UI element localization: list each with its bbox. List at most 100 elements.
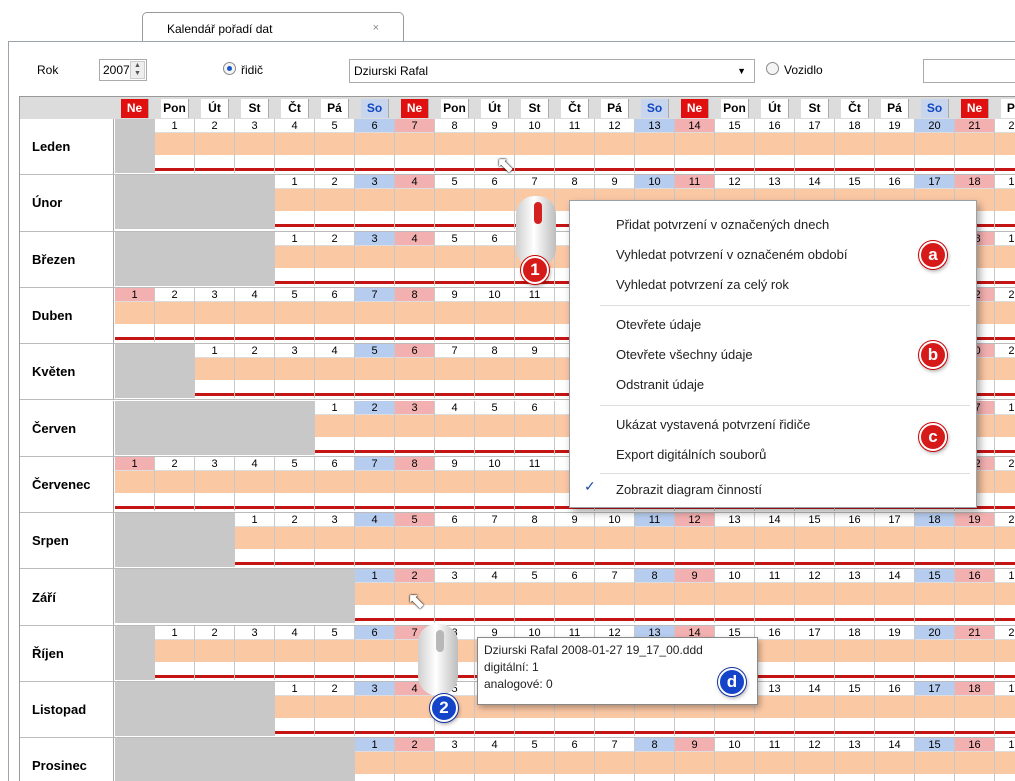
day-cell[interactable]: 11	[555, 119, 595, 173]
day-cell[interactable]: 19	[995, 175, 1015, 229]
driver-radio[interactable]	[223, 62, 236, 75]
day-cell[interactable]: 14	[755, 513, 795, 568]
day-cell[interactable]: 8	[475, 344, 515, 399]
day-cell[interactable]: 2	[395, 738, 435, 781]
day-cell[interactable]: 3	[235, 625, 275, 680]
day-cell[interactable]: 4	[235, 287, 275, 342]
day-cell[interactable]: 3	[355, 231, 395, 286]
day-cell[interactable]: 17	[915, 682, 955, 736]
day-cell[interactable]: 6	[435, 513, 475, 568]
day-cell[interactable]: 22	[995, 625, 1015, 680]
day-cell[interactable]: 16	[875, 682, 915, 736]
day-cell[interactable]: 20	[915, 625, 955, 680]
day-cell[interactable]: 5	[315, 625, 355, 680]
day-cell[interactable]: 10	[715, 738, 755, 781]
day-cell[interactable]: 18	[915, 513, 955, 568]
day-cell[interactable]: 1	[355, 569, 395, 624]
day-cell[interactable]: 10	[595, 513, 635, 568]
day-cell[interactable]: 20	[995, 513, 1015, 567]
day-cell[interactable]: 6	[555, 738, 595, 781]
day-cell[interactable]: 2	[155, 287, 195, 342]
day-cell[interactable]: 1	[275, 682, 315, 736]
day-cell[interactable]: 21	[955, 625, 995, 680]
day-cell[interactable]: 5	[435, 231, 475, 286]
day-cell[interactable]: 20	[915, 119, 955, 173]
day-cell[interactable]: 12	[795, 569, 835, 624]
day-cell[interactable]: 11	[755, 738, 795, 781]
day-cell[interactable]: 9	[675, 569, 715, 624]
day-cell[interactable]: 4	[275, 625, 315, 680]
day-cell[interactable]: 15	[915, 569, 955, 624]
day-cell[interactable]: 3	[435, 738, 475, 781]
day-cell[interactable]: 15	[715, 119, 755, 173]
day-cell[interactable]: 2	[275, 513, 315, 568]
day-cell[interactable]: 5	[315, 119, 355, 173]
day-cell[interactable]: 11	[755, 569, 795, 624]
day-cell[interactable]: 7	[355, 456, 395, 511]
day-cell[interactable]: 7	[395, 119, 435, 173]
day-cell[interactable]: 5	[275, 287, 315, 342]
day-cell[interactable]: 3	[235, 119, 275, 173]
day-cell[interactable]: 18	[835, 119, 875, 173]
day-cell[interactable]: 1	[155, 625, 195, 680]
day-cell[interactable]: 4	[475, 569, 515, 624]
day-cell[interactable]: 18	[995, 400, 1015, 455]
day-cell[interactable]: 14	[875, 738, 915, 781]
day-cell[interactable]: 16	[755, 625, 795, 680]
day-cell[interactable]: 16	[955, 738, 995, 781]
day-cell[interactable]: 18	[955, 682, 995, 736]
day-cell[interactable]: 8	[435, 119, 475, 173]
day-cell[interactable]: 6	[315, 287, 355, 342]
day-cell[interactable]: 9	[435, 287, 475, 342]
day-cell[interactable]: 3	[195, 456, 235, 511]
day-cell[interactable]: 2	[315, 231, 355, 286]
day-cell[interactable]: 13	[635, 119, 675, 173]
day-cell[interactable]: 4	[395, 175, 435, 230]
day-cell[interactable]: 9	[675, 738, 715, 781]
day-cell[interactable]: 16	[835, 513, 875, 568]
day-cell[interactable]: 4	[435, 400, 475, 455]
day-cell[interactable]: 1	[275, 231, 315, 286]
day-cell[interactable]: 3	[395, 400, 435, 455]
year-spinner[interactable]: ▲ ▼	[130, 61, 145, 79]
day-cell[interactable]: 8	[635, 569, 675, 624]
day-cell[interactable]: 3	[355, 682, 395, 736]
day-cell[interactable]: 10	[475, 287, 515, 342]
day-cell[interactable]: 17	[795, 625, 835, 680]
menu-export-files[interactable]: Export digitálních souborů	[616, 447, 766, 462]
day-cell[interactable]: 17	[795, 119, 835, 173]
day-cell[interactable]: 4	[235, 456, 275, 511]
day-cell[interactable]: 6	[395, 344, 435, 399]
day-cell[interactable]: 5	[515, 569, 555, 624]
day-cell[interactable]: 1	[275, 175, 315, 230]
menu-find-period[interactable]: Vyhledat potvrzení v označeném období	[616, 247, 848, 262]
day-cell[interactable]: 5	[355, 344, 395, 399]
day-cell[interactable]: 12	[795, 738, 835, 781]
day-cell[interactable]: 6	[355, 625, 395, 680]
day-cell[interactable]: 14	[675, 119, 715, 173]
tab-close-icon[interactable]: ×	[373, 22, 379, 34]
menu-show-activity-diagram[interactable]: Zobrazit diagram činností	[616, 482, 762, 497]
day-cell[interactable]: 23	[995, 456, 1015, 511]
day-cell[interactable]: 1	[155, 119, 195, 173]
day-cell[interactable]: 21	[995, 344, 1015, 398]
day-cell[interactable]: 13	[835, 738, 875, 781]
day-cell[interactable]: 19	[995, 682, 1015, 736]
day-cell[interactable]: 5	[475, 400, 515, 455]
day-cell[interactable]: 8	[515, 513, 555, 568]
day-cell[interactable]: 2	[355, 400, 395, 455]
day-cell[interactable]: 3	[355, 175, 395, 230]
day-cell[interactable]: 1	[355, 738, 395, 781]
day-cell[interactable]: 7	[595, 569, 635, 624]
day-cell[interactable]: 11	[515, 287, 555, 342]
day-cell[interactable]: 4	[475, 738, 515, 781]
day-cell[interactable]: 4	[395, 231, 435, 286]
day-cell[interactable]: 1	[235, 513, 275, 568]
vehicle-radio[interactable]	[766, 62, 779, 75]
day-cell[interactable]: 5	[435, 175, 475, 230]
year-input[interactable]: 2007 ▲ ▼	[99, 59, 147, 81]
day-cell[interactable]: 2	[315, 682, 355, 736]
vehicle-input[interactable]	[923, 59, 1015, 83]
day-cell[interactable]: 7	[435, 344, 475, 399]
day-cell[interactable]: 22	[995, 119, 1015, 173]
